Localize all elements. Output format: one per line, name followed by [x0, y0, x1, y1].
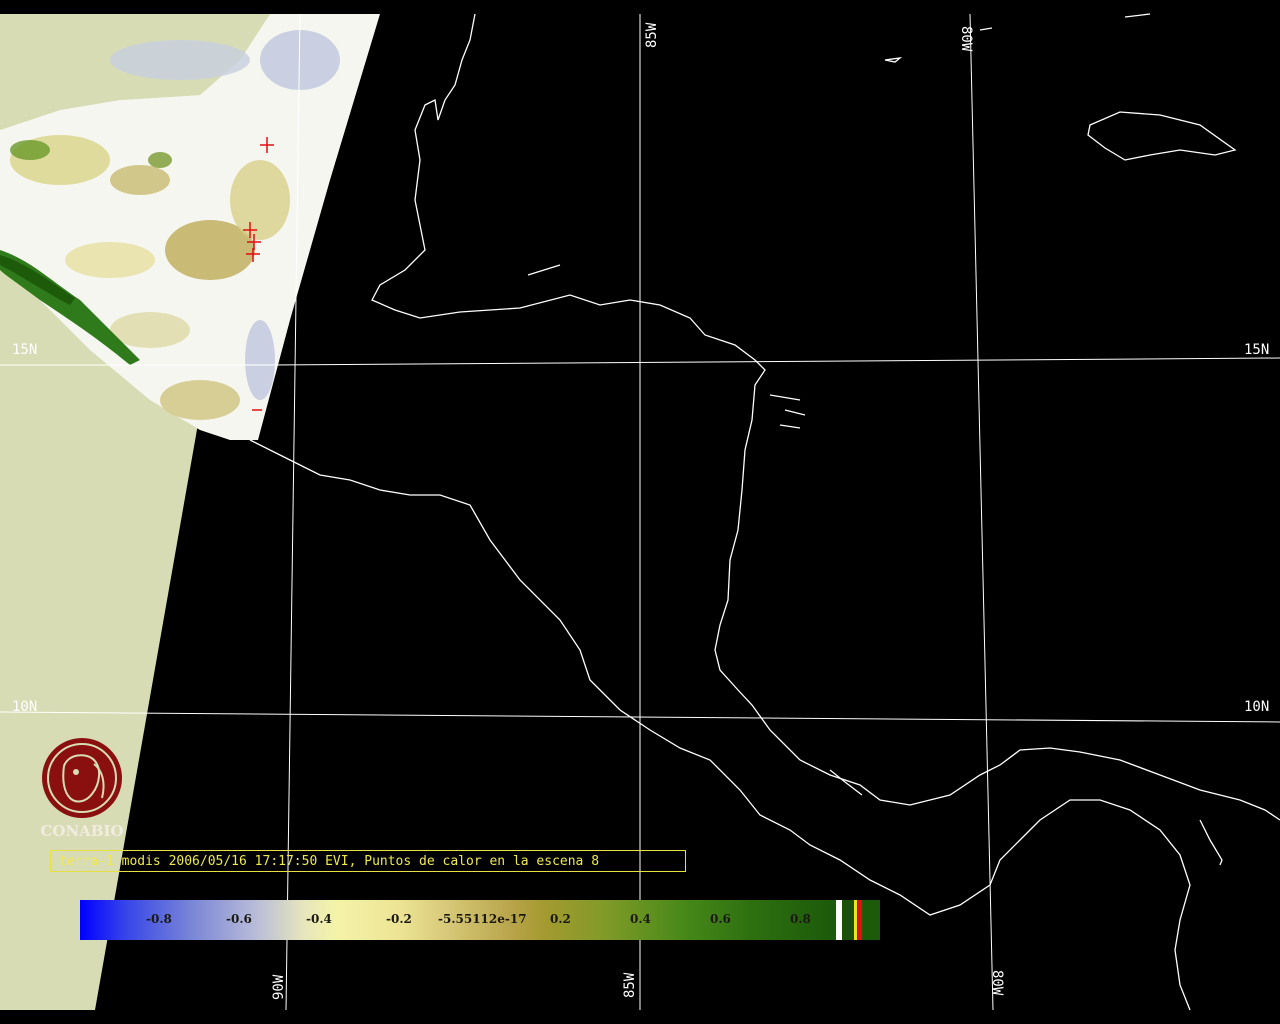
- lon-label-90w-bottom: 90W: [271, 974, 287, 1000]
- colorbar-tick: -0.8: [146, 912, 172, 926]
- conabio-emblem-icon: [42, 738, 122, 818]
- scene-caption: terra-1 modis 2006/05/16 17:17:50 EVI, P…: [50, 850, 686, 872]
- conabio-logo: CONABIO: [36, 736, 128, 846]
- colorbar-tick: 0.4: [630, 912, 651, 926]
- colorbar-tick: -0.6: [226, 912, 252, 926]
- lon-label-80w-top: 80W: [958, 26, 974, 52]
- lat-label-15n-left: 15N: [12, 342, 37, 358]
- colorbar-tick: -0.4: [306, 912, 332, 926]
- colorbar-tick: -0.2: [386, 912, 412, 926]
- lat-label-10n-left: 10N: [12, 699, 37, 715]
- lon-label-85w-top: 85W: [644, 22, 660, 48]
- conabio-logo-text: CONABIO: [40, 822, 124, 840]
- colorbar-tick: 0.8: [790, 912, 811, 926]
- colorbar-hotspot-red-swatch: [858, 900, 862, 940]
- lon-label-85w-bottom: 85W: [622, 972, 638, 998]
- colorbar-tick: 0.2: [550, 912, 571, 926]
- evi-colorbar: -0.8 -0.6 -0.4 -0.2 -5.55112e-17 0.2 0.4…: [80, 900, 880, 940]
- lat-label-10n-right: 10N: [1244, 699, 1269, 715]
- colorbar-tick: -5.55112e-17: [438, 912, 527, 926]
- colorbar-tick: 0.6: [710, 912, 731, 926]
- lon-label-80w-bottom: 80W: [989, 970, 1005, 996]
- colorbar-hotspot-yellow-swatch: [854, 900, 857, 940]
- colorbar-water-swatch: [842, 900, 854, 940]
- lat-label-15n-right: 15N: [1244, 342, 1269, 358]
